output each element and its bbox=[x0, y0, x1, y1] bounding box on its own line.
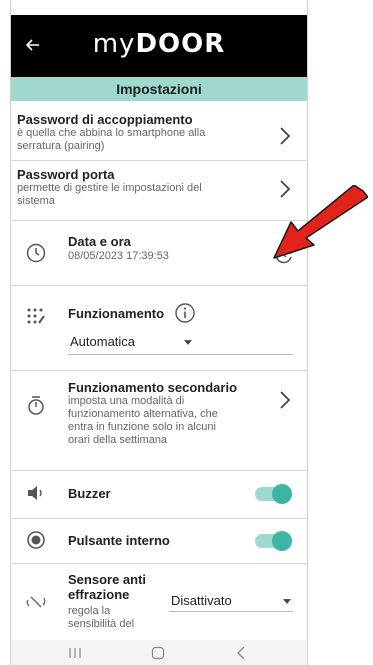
divider bbox=[11, 370, 307, 371]
home-icon[interactable] bbox=[151, 646, 165, 660]
grid-settings-icon bbox=[27, 308, 45, 324]
inner-button-title: Pulsante interno bbox=[68, 533, 170, 548]
info-icon[interactable] bbox=[174, 302, 196, 324]
vibration-sensor-icon bbox=[26, 596, 46, 608]
datetime-value: 08/05/2023 17:39:53 bbox=[68, 250, 169, 262]
datetime-item[interactable]: Data e ora 08/05/2023 17:39:53 bbox=[11, 228, 307, 278]
pairing-password-title: Password di accoppiamento bbox=[17, 112, 193, 127]
recents-icon[interactable] bbox=[68, 647, 82, 659]
clock-icon bbox=[26, 243, 46, 263]
secondary-mode-desc: imposta una modalità di funzionamento al… bbox=[68, 395, 218, 446]
buzzer-title: Buzzer bbox=[68, 486, 111, 501]
secondary-mode-item[interactable]: Funzionamento secondario imposta una mod… bbox=[11, 378, 307, 463]
buzzer-item: Buzzer bbox=[11, 477, 307, 509]
tamper-sensor-title: Sensore anti effrazione bbox=[68, 572, 147, 602]
dropdown-caret-icon bbox=[184, 340, 192, 345]
divider bbox=[11, 470, 307, 471]
tamper-sensor-item: Sensore anti effrazione regola la sensib… bbox=[11, 569, 307, 639]
divider bbox=[11, 563, 307, 564]
door-password-item[interactable]: Password porta permette di gestire le im… bbox=[11, 165, 307, 211]
datetime-title: Data e ora bbox=[68, 234, 131, 249]
system-navigation-bar bbox=[11, 640, 307, 665]
mode-select-value: Automatica bbox=[70, 334, 136, 349]
stopwatch-icon bbox=[28, 396, 44, 415]
chevron-right-icon bbox=[280, 127, 291, 145]
back-nav-icon[interactable] bbox=[236, 646, 246, 660]
tamper-sensor-desc: regola la sensibilità del bbox=[68, 605, 135, 630]
dropdown-caret-icon bbox=[283, 599, 291, 604]
annotation-arrow-icon bbox=[273, 185, 368, 259]
inner-button-item: Pulsante interno bbox=[11, 524, 307, 556]
brand-logo: myDOOR bbox=[92, 29, 226, 59]
pairing-password-item[interactable]: Password di accoppiamento è quella che a… bbox=[11, 110, 307, 156]
inner-button-toggle[interactable] bbox=[255, 531, 292, 551]
mode-select[interactable]: Automatica bbox=[68, 332, 293, 355]
tamper-sensor-select-value: Disattivato bbox=[171, 593, 232, 608]
divider bbox=[11, 285, 307, 286]
page-title: Impostazioni bbox=[11, 77, 307, 101]
tamper-sensor-select[interactable]: Disattivato bbox=[169, 589, 293, 612]
app-bar: myDOOR bbox=[11, 15, 307, 77]
door-password-desc: permette di gestire le impostazioni del … bbox=[17, 182, 202, 207]
speaker-icon bbox=[28, 486, 42, 500]
divider bbox=[11, 220, 307, 221]
divider bbox=[11, 518, 307, 519]
radio-button-icon bbox=[27, 531, 45, 549]
chevron-right-icon bbox=[280, 391, 291, 409]
phone-screen: myDOOR Impostazioni Password di accoppia… bbox=[10, 0, 308, 665]
divider bbox=[11, 160, 307, 161]
door-password-title: Password porta bbox=[17, 167, 115, 182]
mode-title: Funzionamento bbox=[68, 306, 165, 321]
secondary-mode-title: Funzionamento secondario bbox=[68, 380, 238, 395]
pairing-password-desc: è quella che abbina lo smartphone alla s… bbox=[17, 127, 206, 152]
buzzer-toggle[interactable] bbox=[255, 484, 292, 504]
mode-item: Funzionamento Automatica bbox=[11, 292, 307, 362]
